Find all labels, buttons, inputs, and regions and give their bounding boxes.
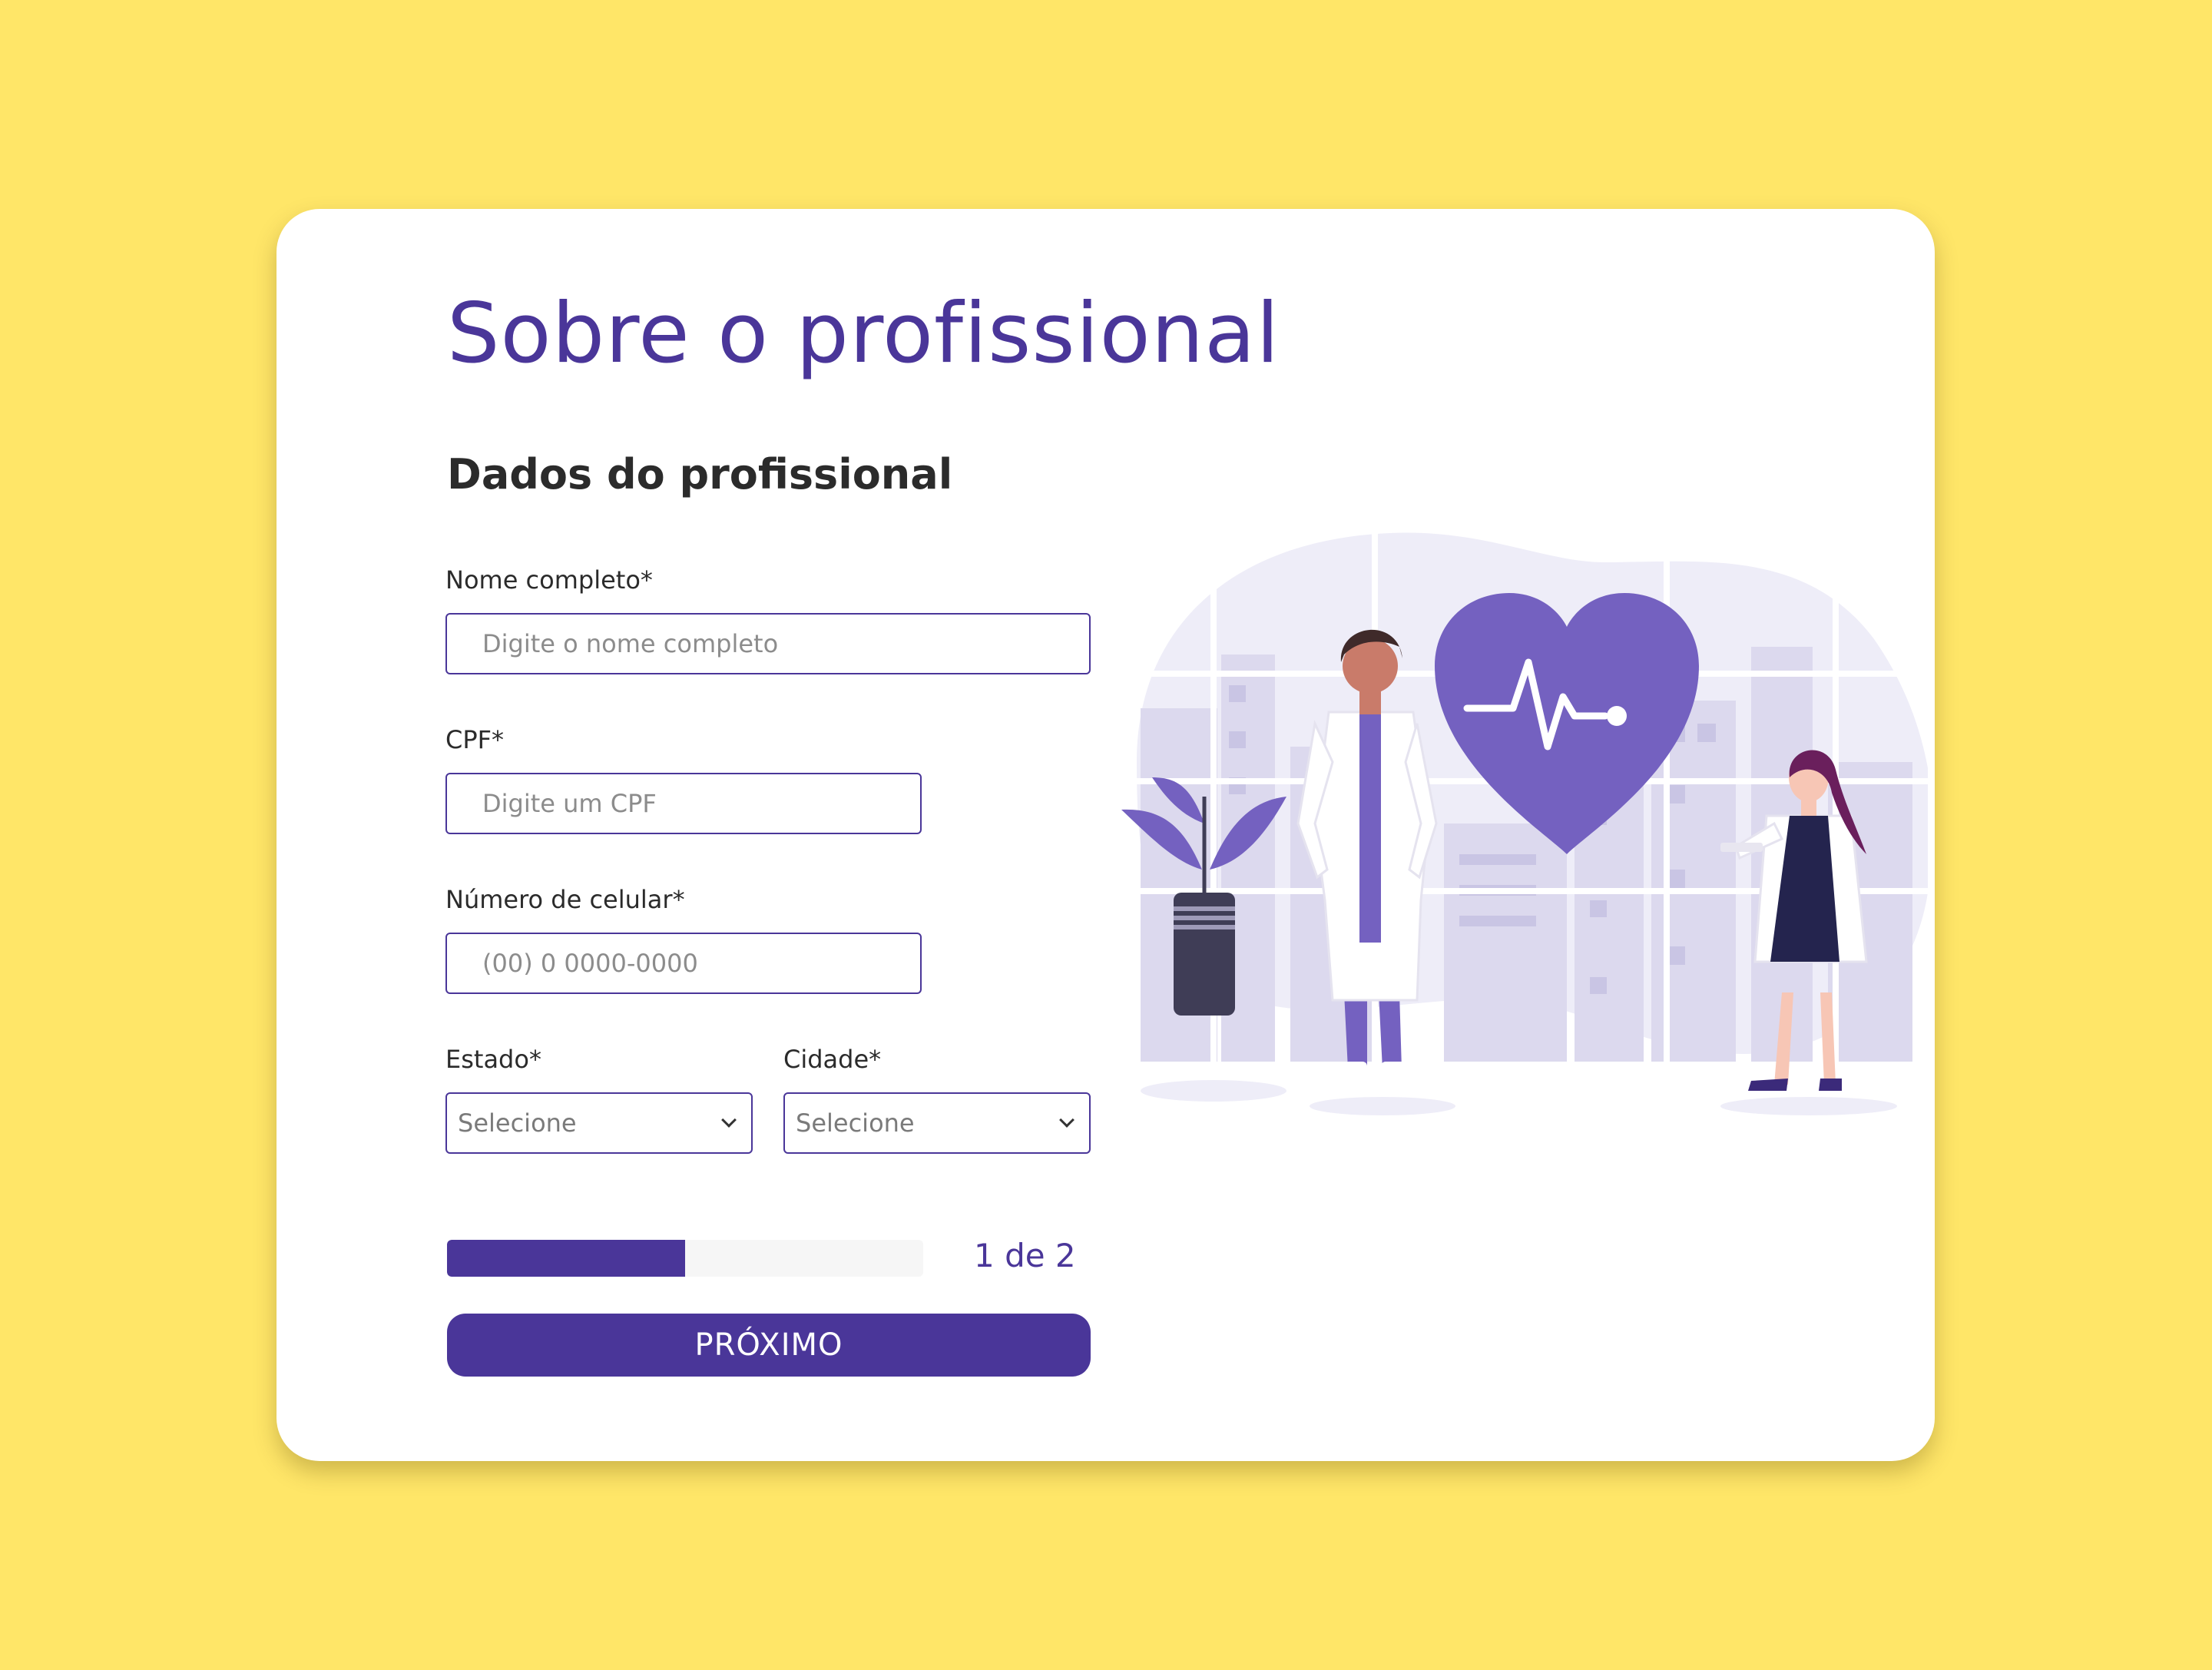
form-card: Sobre o profissional Dados do profission… [276,209,1935,1461]
city-select-value: Selecione [796,1108,915,1138]
city-label: Cidade* [783,1045,882,1074]
chevron-down-icon [721,1112,737,1128]
progress-bar-fill [447,1240,685,1277]
chevron-down-icon [1059,1112,1075,1128]
name-label: Nome completo* [445,565,653,595]
progress-step-text: 1 de 2 [974,1237,1076,1274]
progress-bar [447,1240,923,1277]
phone-label: Número de celular* [445,885,685,914]
cpf-label: CPF* [445,725,505,754]
cpf-input[interactable] [445,773,922,834]
next-button[interactable]: PRÓXIMO [447,1314,1091,1377]
page-title: Sobre o profissional [447,286,1280,382]
section-subtitle: Dados do profissional [447,450,953,499]
city-select[interactable]: Selecione [783,1092,1091,1154]
state-select-value: Selecione [458,1108,577,1138]
state-label: Estado* [445,1045,541,1074]
doctors-illustration [1114,532,1928,1115]
phone-input[interactable] [445,933,922,994]
state-select[interactable]: Selecione [445,1092,753,1154]
name-input[interactable] [445,613,1091,674]
